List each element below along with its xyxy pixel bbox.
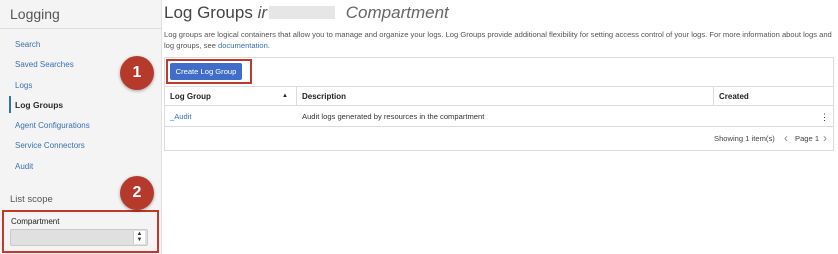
sidebar-item-log-groups[interactable]: Log Groups xyxy=(15,100,63,110)
row-actions-icon[interactable]: ⋮ xyxy=(820,107,829,127)
next-page-icon[interactable]: › xyxy=(823,131,827,145)
sidebar-item-service-connectors[interactable]: Service Connectors xyxy=(15,141,85,150)
callout-2: 2 xyxy=(120,176,154,210)
pagination-count: Showing 1 item(s) xyxy=(714,134,775,143)
description-end: . xyxy=(267,41,270,50)
log-group-description: Audit logs generated by resources in the… xyxy=(302,112,485,121)
log-group-link[interactable]: _Audit xyxy=(170,107,192,127)
page-description: Log groups are logical containers that a… xyxy=(164,29,832,51)
sidebar-divider xyxy=(0,28,162,29)
page-title-text: Log Groups xyxy=(164,3,253,22)
sidebar-title: Logging xyxy=(10,6,60,22)
active-nav-marker xyxy=(9,96,11,113)
table-header: Log Group ▲ Description Created xyxy=(165,86,833,106)
callout-1: 1 xyxy=(120,56,154,90)
sort-ascending-icon[interactable]: ▲ xyxy=(282,87,288,106)
sidebar-item-logs[interactable]: Logs xyxy=(15,81,32,90)
list-scope-heading: List scope xyxy=(10,194,53,205)
previous-page-icon[interactable]: ‹ xyxy=(784,131,788,145)
highlight-compartment xyxy=(2,210,159,253)
sidebar-item-search[interactable]: Search xyxy=(15,40,40,49)
sidebar-item-saved-searches[interactable]: Saved Searches xyxy=(15,60,74,69)
page-title-suffix: Compartment xyxy=(345,3,449,22)
page-title-compartment-name: ir xyxy=(257,3,268,22)
table-row: _Audit Audit logs generated by resources… xyxy=(165,107,833,127)
page-title: Log Groups ir Compartment xyxy=(164,3,449,23)
pagination-page: Page 1 xyxy=(795,134,820,143)
column-header-log-group[interactable]: Log Group xyxy=(165,87,211,106)
sidebar-item-audit[interactable]: Audit xyxy=(15,162,33,171)
redacted-block xyxy=(269,6,336,19)
column-header-description: Description xyxy=(302,92,347,101)
column-header-created: Created xyxy=(719,92,749,101)
create-log-group-button[interactable]: Create Log Group xyxy=(170,63,242,80)
documentation-link[interactable]: documentation xyxy=(218,41,268,50)
sidebar-item-agent-configurations[interactable]: Agent Configurations xyxy=(15,121,90,130)
